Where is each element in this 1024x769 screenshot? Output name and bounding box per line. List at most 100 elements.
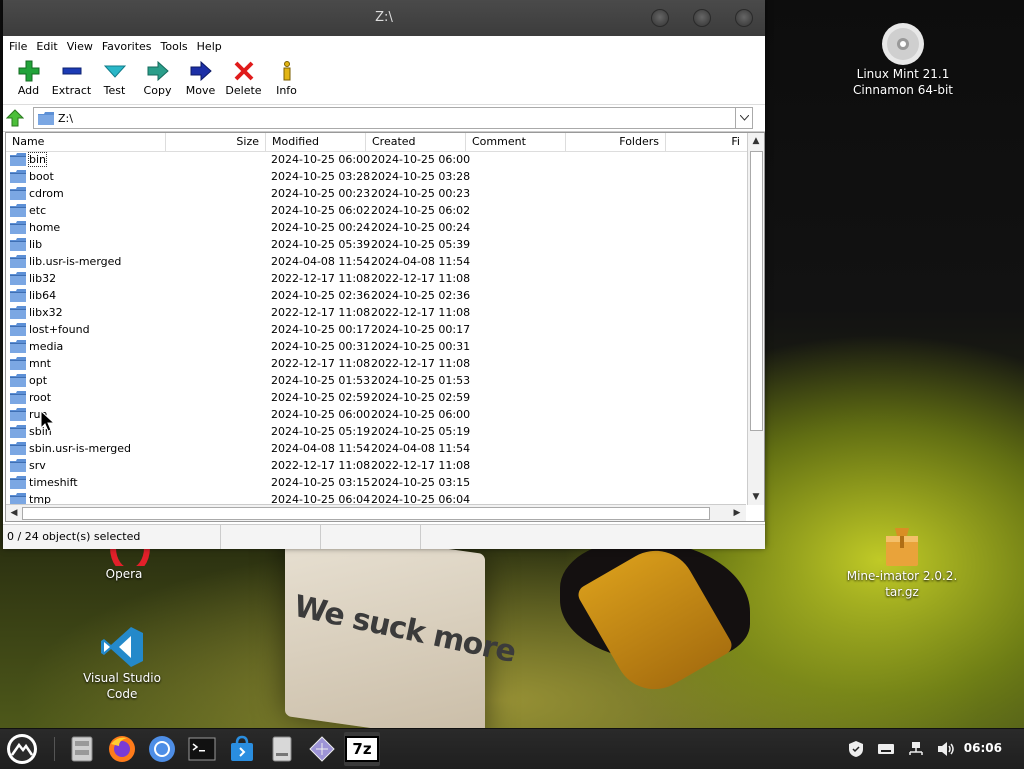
desktop-archive-item[interactable]: Mine-imator 2.0.2. tar.gz [840,526,964,600]
file-name: lib [29,238,43,251]
folder-icon [10,459,26,472]
table-row[interactable]: lib32 2022-12-17 11:08 2022-12-17 11:08 [6,270,746,287]
folder-icon [10,340,26,353]
clock[interactable]: 06:06 [964,741,1002,755]
scroll-left-icon[interactable]: ◀ [7,506,21,520]
desktop-opera-item[interactable]: Opera [84,546,164,582]
modified-date: 2024-04-08 11:54 [271,442,371,455]
table-row[interactable]: boot 2024-10-25 03:28 2024-10-25 03:28 [6,168,746,185]
table-row[interactable]: lib.usr-is-merged 2024-04-08 11:54 2024-04… [6,253,746,270]
table-row[interactable]: timeshift 2024-10-25 03:15 2024-10-25 03:1… [6,474,746,491]
menu-favorites[interactable]: Favorites [102,40,152,53]
mint-menu-button[interactable] [6,733,38,765]
menu-help[interactable]: Help [197,40,222,53]
desktop-vscode-item[interactable]: Visual Studio Code [72,624,172,702]
add-button[interactable]: Add [7,56,50,104]
file-list[interactable]: Name Size Modified Created Comment Folde… [5,132,765,522]
table-row[interactable]: etc 2024-10-25 06:02 2024-10-25 06:02 [6,202,746,219]
table-row[interactable]: media 2024-10-25 00:31 2024-10-25 00:31 [6,338,746,355]
folder-icon [10,170,26,183]
extract-button[interactable]: Extract [50,56,93,104]
menu-edit[interactable]: Edit [36,40,57,53]
column-header-row: Name Size Modified Created Comment Folde… [6,133,764,152]
up-folder-button[interactable] [3,107,27,129]
folder-icon [10,408,26,421]
column-files[interactable]: Fi [666,133,746,151]
menu-view[interactable]: View [67,40,93,53]
created-date: 2024-10-25 00:23 [371,187,471,200]
tray-network[interactable] [906,739,926,759]
table-row[interactable]: sbin 2024-10-25 05:19 2024-10-25 05:19 [6,423,746,440]
table-row[interactable]: opt 2024-10-25 01:53 2024-10-25 01:53 [6,372,746,389]
taskbar-7zip[interactable]: 7z [344,732,380,766]
modified-date: 2024-10-25 02:59 [271,391,371,404]
modified-date: 2022-12-17 11:08 [271,272,371,285]
info-button[interactable]: Info [265,56,308,104]
table-row[interactable]: lib64 2024-10-25 02:36 2024-10-25 02:36 [6,287,746,304]
table-row[interactable]: lost+found 2024-10-25 00:17 2024-10-25 00:… [6,321,746,338]
menu-file[interactable]: File [9,40,27,53]
column-created[interactable]: Created [366,133,466,151]
tray-shield[interactable] [846,739,866,759]
horizontal-scrollbar[interactable]: ◀ ▶ [6,504,746,521]
desktop-disc-item[interactable]: Linux Mint 21.1 Cinnamon 64-bit [838,22,968,98]
maximize-button[interactable] [693,9,711,27]
taskbar-drive[interactable] [266,733,298,765]
close-button[interactable] [735,9,753,27]
row-name-cell: root [6,391,266,404]
table-row[interactable]: mnt 2022-12-17 11:08 2022-12-17 11:08 [6,355,746,372]
scroll-thumb-horizontal[interactable] [22,507,710,520]
column-folders[interactable]: Folders [566,133,666,151]
taskbar-editor[interactable] [306,733,338,765]
table-row[interactable]: run 2024-10-25 06:00 2024-10-25 06:00 [6,406,746,423]
column-comment[interactable]: Comment [466,133,566,151]
table-row[interactable]: libx32 2022-12-17 11:08 2022-12-17 11:08 [6,304,746,321]
extract-label: Extract [51,84,92,97]
row-name-cell: lib32 [6,272,266,285]
file-name: srv [29,459,46,472]
address-dropdown-button[interactable] [735,108,752,128]
menu-tools[interactable]: Tools [161,40,188,53]
column-name[interactable]: Name [6,133,166,151]
scroll-thumb[interactable] [750,151,763,431]
copy-arrow-icon [147,60,169,82]
table-row[interactable]: cdrom 2024-10-25 00:23 2024-10-25 00:23 [6,185,746,202]
vertical-scrollbar[interactable]: ▲ ▼ [747,133,764,505]
move-button[interactable]: Move [179,56,222,104]
status-cell [421,525,761,549]
firefox-icon [109,736,135,762]
table-row[interactable]: lib 2024-10-25 05:39 2024-10-25 05:39 [6,236,746,253]
column-modified[interactable]: Modified [266,133,366,151]
folder-icon [10,187,26,200]
table-row[interactable]: sbin.usr-is-merged 2024-04-08 11:54 2024-0… [6,440,746,457]
tray-keyboard[interactable] [876,739,896,759]
table-row[interactable]: srv 2022-12-17 11:08 2022-12-17 11:08 [6,457,746,474]
taskbar-files[interactable] [66,733,98,765]
table-row[interactable]: home 2024-10-25 00:24 2024-10-25 00:24 [6,219,746,236]
table-row[interactable]: bin 2024-10-25 06:00 2024-10-25 06:00 [6,151,746,168]
scroll-right-icon[interactable]: ▶ [730,506,744,520]
created-date: 2024-10-25 03:15 [371,476,471,489]
created-date: 2022-12-17 11:08 [371,459,471,472]
copy-button[interactable]: Copy [136,56,179,104]
table-row[interactable]: root 2024-10-25 02:59 2024-10-25 02:59 [6,389,746,406]
scroll-up-icon[interactable]: ▲ [749,134,763,148]
taskbar-software-manager[interactable] [226,733,258,765]
test-button[interactable]: Test [93,56,136,104]
taskbar-chromium[interactable] [146,733,178,765]
file-name: lib.usr-is-merged [29,255,122,268]
created-date: 2024-10-25 06:02 [371,204,471,217]
folder-icon [10,357,26,370]
title-bar[interactable]: Z:\ [3,0,765,36]
delete-button[interactable]: Delete [222,56,265,104]
taskbar-terminal[interactable] [186,733,218,765]
taskbar-firefox[interactable] [106,733,138,765]
minimize-button[interactable] [651,9,669,27]
row-name-cell: mnt [6,357,266,370]
scroll-down-icon[interactable]: ▼ [749,490,763,504]
folder-icon [10,374,26,387]
column-size[interactable]: Size [166,133,266,151]
mint-menu-icon [7,734,37,764]
address-field[interactable]: Z:\ [33,107,753,129]
tray-volume[interactable] [936,739,956,759]
